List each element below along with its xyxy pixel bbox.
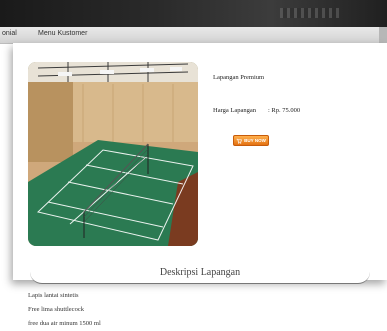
cart-icon	[236, 138, 243, 144]
buy-now-label: BUY NOW	[244, 138, 266, 143]
price-row: Harga Lapangan : Rp. 75.000	[213, 107, 300, 114]
nav-item-customer-menu[interactable]: Menu Kustomer	[38, 30, 87, 37]
description-title: Deskripsi Lapangan	[159, 267, 241, 278]
header-banner	[0, 0, 387, 27]
navigation-bar: onial Menu Kustomer	[0, 27, 387, 44]
navbar-scroll-edge	[379, 27, 387, 43]
description-header: Deskripsi Lapangan	[30, 263, 370, 284]
product-title: Lapangan Premium	[213, 74, 265, 81]
feature-item: Lapis lantai sintetis	[28, 292, 79, 299]
feature-item: Free lima shuttlecock	[28, 306, 84, 313]
feature-item: free dua air minum 1500 ml	[28, 320, 101, 327]
feature-list: Lapis lantai sintetis Free lima shuttlec…	[28, 289, 101, 331]
price-value: : Rp. 75.000	[268, 107, 301, 114]
buy-now-button[interactable]: BUY NOW	[233, 135, 269, 146]
court-photo	[28, 62, 198, 246]
price-label: Harga Lapangan	[213, 107, 257, 114]
nav-item-tutorial[interactable]: onial	[2, 30, 17, 37]
banner-decoration	[280, 8, 340, 18]
